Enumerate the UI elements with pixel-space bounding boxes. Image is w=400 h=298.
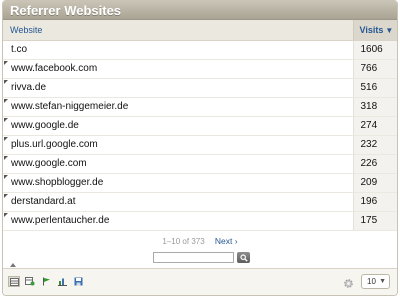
row-label: www.facebook.com: [11, 63, 98, 74]
table-row[interactable]: www.google.com 226: [3, 154, 397, 174]
expand-marker-icon[interactable]: [4, 98, 8, 103]
row-visits: 1606: [352, 40, 397, 60]
caret-up-icon: [10, 263, 16, 267]
row-visits: 226: [352, 154, 397, 174]
expand-marker-icon[interactable]: [4, 117, 8, 122]
row-label: www.perlentaucher.de: [11, 215, 110, 226]
export-icon[interactable]: [72, 276, 84, 287]
column-header-website[interactable]: Website: [3, 20, 353, 41]
table-row[interactable]: t.co 1606: [3, 40, 397, 60]
search-button[interactable]: [237, 252, 250, 263]
referrer-websites-widget: Referrer Websites Website Visits ▼ t.co 16…: [2, 0, 398, 296]
row-label-cell: www.shopblogger.de: [3, 173, 353, 193]
table-row[interactable]: plus.url.google.com 232: [3, 135, 397, 155]
row-label: www.shopblogger.de: [11, 177, 104, 188]
row-label-cell: www.google.de: [3, 116, 353, 136]
table-row[interactable]: www.facebook.com 766: [3, 59, 397, 79]
table-row[interactable]: www.google.de 274: [3, 116, 397, 136]
widget-title: Referrer Websites: [10, 3, 122, 18]
row-label-cell: www.stefan-niggemeier.de: [3, 97, 353, 117]
expand-marker-icon[interactable]: [4, 60, 8, 65]
row-limit-select[interactable]: 10 ▼: [361, 274, 390, 289]
gear-icon[interactable]: [343, 276, 354, 288]
table-header-row: Website Visits ▼: [3, 20, 397, 41]
row-limit-value: 10: [367, 277, 376, 286]
widget-header[interactable]: Referrer Websites: [3, 1, 397, 20]
expand-marker-icon[interactable]: [4, 136, 8, 141]
table-icon[interactable]: [8, 276, 20, 287]
table-row[interactable]: www.perlentaucher.de 175: [3, 211, 397, 231]
row-label-cell: plus.url.google.com: [3, 135, 353, 155]
expand-marker-icon[interactable]: [4, 193, 8, 198]
expand-marker-icon[interactable]: [4, 155, 8, 160]
widget-footer: 10 ▼: [3, 263, 397, 295]
referrers-table: Website Visits ▼ t.co 1606 www.facebook.com…: [3, 20, 397, 231]
column-header-visits-label: Visits: [359, 24, 384, 35]
table-row[interactable]: derstandard.at 196: [3, 192, 397, 212]
row-label: www.google.de: [11, 120, 79, 131]
search-row: [153, 252, 253, 263]
table-more-icon[interactable]: [24, 276, 36, 287]
row-label: www.stefan-niggemeier.de: [11, 101, 129, 112]
table-row[interactable]: www.shopblogger.de 209: [3, 173, 397, 193]
expand-marker-icon[interactable]: [4, 79, 8, 84]
chevron-down-icon: ▼: [379, 278, 386, 285]
row-label-cell: derstandard.at: [3, 192, 353, 212]
row-visits: 766: [352, 59, 397, 79]
pagination: 1–10 of 373 Next ›: [3, 236, 397, 246]
row-label-cell: rivva.de: [3, 78, 353, 98]
search-icon: [239, 253, 248, 262]
column-header-website-label: Website: [10, 24, 43, 35]
expand-marker-icon[interactable]: [4, 212, 8, 217]
row-visits: 516: [352, 78, 397, 98]
row-visits: 274: [352, 116, 397, 136]
table-row[interactable]: www.stefan-niggemeier.de 318: [3, 97, 397, 117]
row-label: t.co: [11, 44, 28, 55]
row-label-cell: t.co: [3, 40, 353, 60]
column-header-visits[interactable]: Visits ▼: [352, 20, 397, 41]
row-label: rivva.de: [11, 82, 47, 93]
row-label: plus.url.google.com: [11, 139, 98, 150]
row-label: www.google.com: [11, 158, 87, 169]
row-visits: 196: [352, 192, 397, 212]
pagination-range: 1–10 of 373: [162, 237, 205, 246]
bar-chart-icon[interactable]: [56, 276, 68, 287]
table-row[interactable]: rivva.de 516: [3, 78, 397, 98]
row-label-cell: www.google.com: [3, 154, 353, 174]
row-label-cell: www.facebook.com: [3, 59, 353, 79]
row-visits: 232: [352, 135, 397, 155]
sort-desc-icon: ▼: [385, 25, 394, 35]
row-label-cell: www.perlentaucher.de: [3, 211, 353, 231]
next-page-link[interactable]: Next ›: [215, 236, 238, 246]
row-visits: 175: [352, 211, 397, 231]
row-label: derstandard.at: [11, 196, 76, 207]
flag-icon[interactable]: [40, 276, 52, 287]
row-visits: 209: [352, 173, 397, 193]
row-visits: 318: [352, 97, 397, 117]
expand-marker-icon[interactable]: [4, 174, 8, 179]
search-input[interactable]: [153, 252, 234, 263]
